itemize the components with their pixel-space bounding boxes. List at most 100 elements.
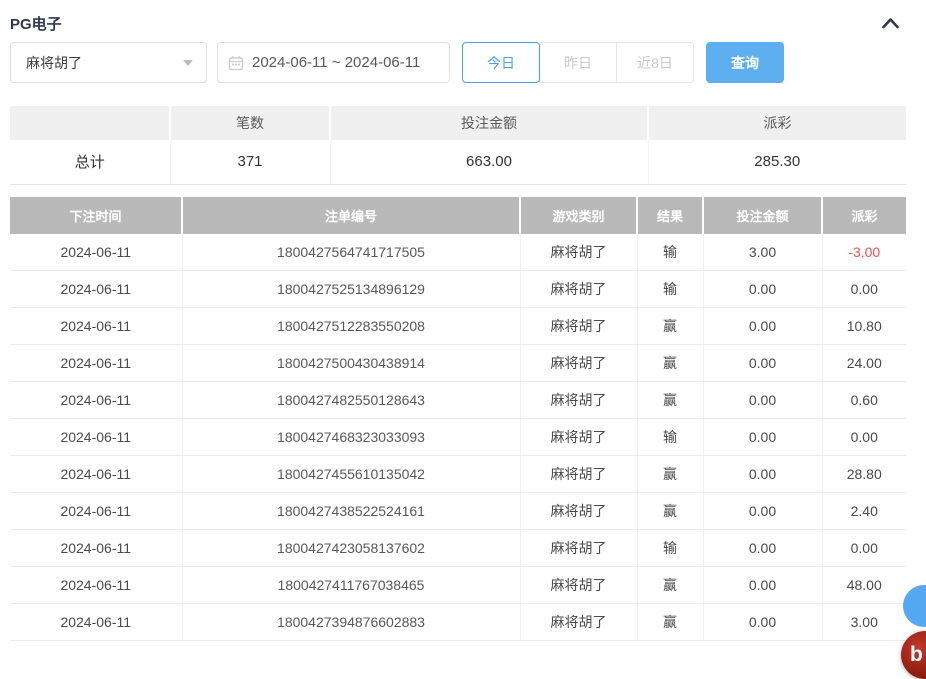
cell-payout: 10.80: [822, 308, 906, 345]
last-8-days-button[interactable]: 近8日: [616, 42, 694, 83]
table-row: 2024-06-11 1800427411767038465 麻将胡了 赢 0.…: [10, 567, 906, 604]
cell-game-type: 麻将胡了: [520, 234, 637, 271]
table-row: 2024-06-11 1800427438522524161 麻将胡了 赢 0.…: [10, 493, 906, 530]
cell-payout: 24.00: [822, 345, 906, 382]
game-select-value: 麻将胡了: [26, 53, 82, 73]
cell-bet-id: 1800427411767038465: [182, 567, 520, 604]
cell-game-type: 麻将胡了: [520, 530, 637, 567]
collapse-panel-button[interactable]: [881, 17, 900, 29]
header-bet-amount: 投注金额: [703, 197, 822, 234]
cell-bet-time: 2024-06-11: [10, 308, 182, 345]
cell-bet-amount: 0.00: [703, 493, 822, 530]
cell-bet-id: 1800427500430438914: [182, 345, 520, 382]
cell-result: 赢: [637, 345, 703, 382]
table-row: 2024-06-11 1800427512283550208 麻将胡了 赢 0.…: [10, 308, 906, 345]
query-button[interactable]: 查询: [706, 42, 784, 83]
cell-bet-amount: 0.00: [703, 382, 822, 419]
cell-bet-id: 1800427455610135042: [182, 456, 520, 493]
cell-bet-amount: 3.00: [703, 234, 822, 271]
cell-bet-amount: 0.00: [703, 308, 822, 345]
cell-bet-time: 2024-06-11: [10, 345, 182, 382]
summary-total-payout: 285.30: [648, 140, 906, 184]
today-button[interactable]: 今日: [462, 42, 540, 83]
cell-bet-time: 2024-06-11: [10, 456, 182, 493]
cell-game-type: 麻将胡了: [520, 271, 637, 308]
cell-payout: 0.00: [822, 419, 906, 456]
cell-bet-id: 1800427512283550208: [182, 308, 520, 345]
summary-header-bet-amount: 投注金额: [330, 106, 648, 140]
cell-payout: 0.00: [822, 530, 906, 567]
cell-payout: -3.00: [822, 234, 906, 271]
cell-game-type: 麻将胡了: [520, 419, 637, 456]
summary-total-bet-amount: 663.00: [330, 140, 648, 184]
cell-bet-id: 1800427525134896129: [182, 271, 520, 308]
yesterday-button[interactable]: 昨日: [539, 42, 617, 83]
chevron-down-icon: [183, 60, 193, 71]
cell-payout: 48.00: [822, 567, 906, 604]
summary-header-count: 笔数: [170, 106, 330, 140]
table-row: 2024-06-11 1800427482550128643 麻将胡了 赢 0.…: [10, 382, 906, 419]
header-bet-time: 下注时间: [10, 197, 182, 234]
cell-bet-time: 2024-06-11: [10, 382, 182, 419]
bets-table: 下注时间 注单编号 游戏类别 结果 投注金额 派彩 2024-06-11 180…: [10, 197, 906, 642]
table-row: 2024-06-11 1800427394876602883 麻将胡了 赢 0.…: [10, 604, 906, 641]
header-game-type: 游戏类别: [520, 197, 637, 234]
cell-bet-id: 1800427394876602883: [182, 604, 520, 641]
header-bet-id: 注单编号: [182, 197, 520, 234]
table-row: 2024-06-11 1800427455610135042 麻将胡了 赢 0.…: [10, 456, 906, 493]
cell-result: 赢: [637, 493, 703, 530]
cell-bet-time: 2024-06-11: [10, 271, 182, 308]
cell-payout: 0.00: [822, 271, 906, 308]
page-title: PG电子: [10, 13, 62, 34]
cell-bet-id: 1800427564741717505: [182, 234, 520, 271]
cell-payout: 3.00: [822, 604, 906, 641]
header-payout: 派彩: [822, 197, 906, 234]
summary-header-payout: 派彩: [648, 106, 906, 140]
panel-header: PG电子: [0, 0, 926, 34]
filter-bar: 麻将胡了 2024-06-11 ~ 2024-06-11 今日 昨日 近8日 查…: [10, 42, 926, 83]
date-quick-buttons: 今日 昨日 近8日: [462, 42, 694, 83]
cell-bet-amount: 0.00: [703, 567, 822, 604]
cell-bet-amount: 0.00: [703, 456, 822, 493]
cell-result: 输: [637, 271, 703, 308]
cell-result: 输: [637, 530, 703, 567]
cell-bet-time: 2024-06-11: [10, 419, 182, 456]
summary-header-row: 笔数 投注金额 派彩: [10, 106, 906, 140]
summary-total-row: 总计 371 663.00 285.30: [10, 140, 906, 184]
cell-result: 赢: [637, 308, 703, 345]
table-row: 2024-06-11 1800427564741717505 麻将胡了 输 3.…: [10, 234, 906, 271]
cell-bet-id: 1800427482550128643: [182, 382, 520, 419]
cell-result: 赢: [637, 382, 703, 419]
cell-payout: 2.40: [822, 493, 906, 530]
cell-result: 赢: [637, 567, 703, 604]
cell-game-type: 麻将胡了: [520, 567, 637, 604]
date-range-value: 2024-06-11 ~ 2024-06-11: [252, 54, 420, 71]
cell-payout: 28.80: [822, 456, 906, 493]
cell-bet-time: 2024-06-11: [10, 493, 182, 530]
cell-bet-time: 2024-06-11: [10, 530, 182, 567]
table-row: 2024-06-11 1800427423058137602 麻将胡了 输 0.…: [10, 530, 906, 567]
cell-bet-time: 2024-06-11: [10, 567, 182, 604]
game-select[interactable]: 麻将胡了: [10, 42, 207, 83]
cell-bet-id: 1800427423058137602: [182, 530, 520, 567]
header-result: 结果: [637, 197, 703, 234]
cell-result: 赢: [637, 604, 703, 641]
cell-bet-amount: 0.00: [703, 345, 822, 382]
summary-header-blank: [10, 106, 170, 140]
date-range-input[interactable]: 2024-06-11 ~ 2024-06-11: [217, 42, 450, 83]
summary-total-count: 371: [170, 140, 330, 184]
cell-bet-amount: 0.00: [703, 604, 822, 641]
cell-game-type: 麻将胡了: [520, 493, 637, 530]
customer-service-button[interactable]: [903, 585, 926, 627]
table-row: 2024-06-11 1800427525134896129 麻将胡了 输 0.…: [10, 271, 906, 308]
cell-game-type: 麻将胡了: [520, 382, 637, 419]
cell-result: 输: [637, 234, 703, 271]
cell-bet-amount: 0.00: [703, 419, 822, 456]
cell-bet-id: 1800427468323033093: [182, 419, 520, 456]
bets-header-row: 下注时间 注单编号 游戏类别 结果 投注金额 派彩: [10, 197, 906, 234]
cell-bet-time: 2024-06-11: [10, 604, 182, 641]
cell-payout: 0.60: [822, 382, 906, 419]
calendar-icon: [228, 55, 244, 71]
summary-total-label: 总计: [10, 140, 170, 184]
table-row: 2024-06-11 1800427468323033093 麻将胡了 输 0.…: [10, 419, 906, 456]
